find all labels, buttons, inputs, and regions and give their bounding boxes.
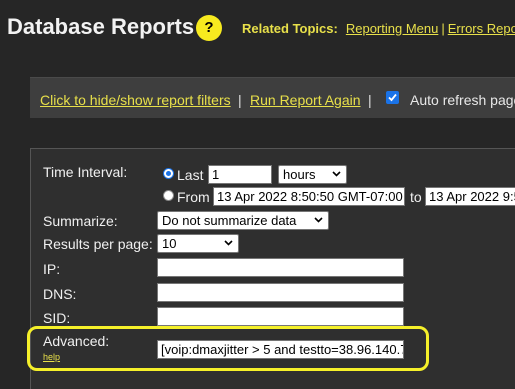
results-per-page-label: Results per page: — [43, 236, 153, 252]
page-title: Database Reports — [7, 14, 195, 39]
from-radio[interactable] — [163, 190, 174, 201]
related-separator: | — [441, 21, 445, 36]
from-date-input[interactable]: 13 Apr 2022 8:50:50 GMT-07:00 — [213, 187, 405, 206]
results-per-page-value: 10 — [162, 236, 177, 251]
last-unit-select[interactable]: hours — [278, 165, 347, 184]
ip-label: IP: — [43, 261, 61, 277]
toolbar-separator-2: | — [368, 92, 372, 108]
help-icon[interactable]: ? — [196, 15, 222, 41]
summarize-select[interactable]: Do not summarize data — [157, 211, 329, 230]
errors-report-link[interactable]: Errors Report — [448, 21, 515, 36]
last-value-input[interactable]: 1 — [208, 165, 272, 184]
checkmark-icon — [388, 93, 397, 102]
chevron-down-icon — [224, 240, 233, 246]
summarize-value: Do not summarize data — [162, 213, 297, 228]
to-label: to — [410, 189, 422, 205]
run-report-again-link[interactable]: Run Report Again — [250, 92, 361, 108]
auto-refresh-checkbox[interactable] — [386, 91, 399, 104]
sid-input[interactable] — [157, 307, 404, 326]
report-toolbar: Click to hide/show report filters | Run … — [30, 77, 515, 118]
time-interval-label: Time Interval: — [43, 164, 128, 180]
from-label: From — [177, 189, 210, 205]
last-label: Last — [177, 167, 204, 183]
related-topics-label: Related Topics: — [242, 21, 338, 36]
advanced-highlight — [27, 326, 429, 371]
toolbar-separator: | — [238, 92, 242, 108]
dns-label: DNS: — [43, 286, 77, 302]
sid-label: SID: — [43, 310, 71, 326]
dns-input[interactable] — [157, 283, 404, 302]
ip-input[interactable] — [157, 258, 404, 277]
chevron-down-icon — [314, 217, 323, 223]
related-topics: Related Topics: Reporting Menu | Errors Rep… — [242, 21, 515, 36]
reporting-menu-link[interactable]: Reporting Menu — [346, 21, 439, 36]
results-per-page-select[interactable]: 10 — [157, 234, 239, 253]
toggle-filters-link[interactable]: Click to hide/show report filters — [40, 92, 231, 108]
summarize-label: Summarize: — [43, 213, 118, 229]
chevron-down-icon — [332, 171, 341, 177]
auto-refresh-label: Auto refresh page — [410, 92, 515, 108]
to-date-input[interactable]: 13 Apr 2022 9:50:50 GMT-07:00 — [425, 187, 515, 206]
last-unit-value: hours — [283, 167, 316, 182]
last-radio[interactable] — [163, 168, 174, 179]
